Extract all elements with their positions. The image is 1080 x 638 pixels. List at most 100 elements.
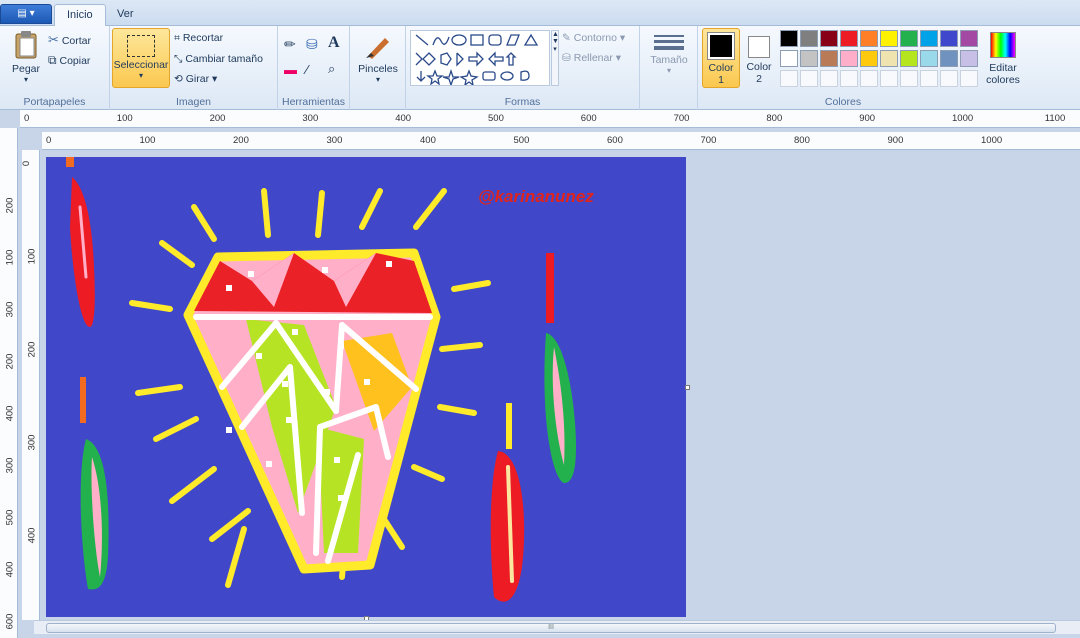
palette-swatch[interactable]: [800, 50, 818, 67]
palette-swatch[interactable]: [840, 50, 858, 67]
rotate-button[interactable]: ⟲ Girar ▾: [174, 73, 217, 85]
ruler-label: 700: [673, 113, 690, 124]
text-tool-icon[interactable]: A: [328, 34, 340, 52]
resize-handle-right[interactable]: [685, 385, 690, 390]
group-image: Seleccionar ▾ ⌗ Recortar ⤡ Cambiar tamañ…: [110, 26, 278, 110]
palette-swatch[interactable]: [900, 30, 918, 47]
edit-colors-button[interactable]: Editar colores: [982, 32, 1024, 86]
palette-swatch[interactable]: [780, 50, 798, 67]
copy-label: Copiar: [59, 55, 91, 67]
ruler-label: 300: [4, 457, 16, 474]
cut-button[interactable]: ✂ Cortar: [48, 32, 91, 48]
pencil-icon[interactable]: ✏: [284, 36, 296, 53]
ruler-label: 800: [794, 135, 810, 146]
ruler-label: 800: [766, 113, 783, 124]
group-colors: Color 1 Color 2 Editar colores Colores: [698, 26, 1028, 110]
outline-icon: ✎: [562, 32, 571, 44]
color-picker-icon[interactable]: ⁄: [306, 62, 308, 77]
palette-swatch[interactable]: [920, 50, 938, 67]
palette-swatch-empty[interactable]: [960, 70, 978, 87]
paste-label: Pegar: [11, 63, 41, 75]
crop-button[interactable]: ⌗ Recortar: [174, 32, 223, 45]
palette-swatch[interactable]: [960, 30, 978, 47]
palette-swatch-empty[interactable]: [900, 70, 918, 87]
eraser-icon[interactable]: ▬: [284, 62, 297, 77]
ruler-label: 0: [24, 113, 30, 124]
ruler-label: 300: [302, 113, 319, 124]
palette-swatch[interactable]: [940, 30, 958, 47]
fill-bucket-icon[interactable]: ⛁: [306, 36, 318, 53]
palette-swatch-empty[interactable]: [940, 70, 958, 87]
palette-swatch[interactable]: [860, 30, 878, 47]
drawing-canvas[interactable]: @karinanunez: [46, 157, 686, 617]
ruler-label: 300: [4, 301, 16, 318]
scrollbar-thumb[interactable]: III: [46, 623, 1056, 633]
selection-icon: [127, 35, 155, 57]
ruler-label: 100: [4, 249, 16, 266]
palette-swatch[interactable]: [840, 30, 858, 47]
ruler-label: 100: [116, 113, 133, 124]
palette-swatch[interactable]: [800, 30, 818, 47]
size-button[interactable]: Tamaño ▾: [648, 32, 690, 75]
chevron-down-icon: ▾: [666, 66, 671, 75]
copy-button[interactable]: ⧉ Copiar: [48, 53, 90, 68]
palette-swatch-empty[interactable]: [920, 70, 938, 87]
color2-button[interactable]: Color 2: [742, 28, 776, 85]
ruler-label: 500: [513, 135, 530, 146]
ruler-label: 100: [139, 135, 156, 146]
palette-swatch-empty[interactable]: [880, 70, 898, 87]
tab-inicio[interactable]: Inicio: [54, 4, 106, 26]
color1-button[interactable]: Color 1: [702, 28, 740, 88]
ruler-label: 900: [887, 135, 904, 146]
shapes-scroll[interactable]: ▲ ▼ ▾: [551, 30, 559, 86]
app-menu-button[interactable]: ▤ ▾: [0, 4, 52, 24]
select-button[interactable]: Seleccionar ▾: [112, 28, 170, 88]
group-label-clipboard: Portapapeles: [23, 96, 86, 108]
palette-swatch[interactable]: [900, 50, 918, 67]
size-label: Tamaño: [650, 54, 688, 66]
fill-button[interactable]: ⛁ Rellenar ▾: [562, 52, 621, 64]
palette-swatch[interactable]: [880, 30, 898, 47]
copy-icon: ⧉: [48, 53, 57, 67]
palette-swatch-empty[interactable]: [780, 70, 798, 87]
palette-swatch-empty[interactable]: [860, 70, 878, 87]
outline-label: Contorno: [573, 32, 617, 44]
ruler-label: 300: [326, 135, 343, 146]
palette-swatch[interactable]: [820, 50, 838, 67]
color1-number: 1: [718, 74, 724, 86]
palette-swatch[interactable]: [880, 50, 898, 67]
ruler-label: 600: [4, 613, 16, 630]
canvas-area[interactable]: 0 100 200 300 400 500 600 700 800 900 1000 1100 200…: [0, 110, 1080, 638]
edit-colors-label-2: colores: [986, 74, 1020, 86]
brushes-label: Pinceles: [358, 63, 398, 75]
palette-swatch[interactable]: [920, 30, 938, 47]
ruler-vertical-left: 200 100 300 200 400 300 500 400 600: [0, 128, 18, 638]
palette-swatch[interactable]: [780, 30, 798, 47]
palette-swatch-empty[interactable]: [800, 70, 818, 87]
palette-swatch[interactable]: [820, 30, 838, 47]
brushes-button[interactable]: Pinceles ▾: [354, 32, 402, 84]
palette-swatch-empty[interactable]: [820, 70, 838, 87]
ruler-label: 0: [46, 135, 52, 146]
palette-swatch-empty[interactable]: [840, 70, 858, 87]
color-spectrum-icon: [990, 32, 1016, 58]
resize-label: Cambiar tamaño: [185, 53, 263, 65]
ruler-vertical: 0 100 200 300 400: [21, 150, 40, 620]
paste-button[interactable]: Pegar ▾: [6, 30, 46, 84]
drawing-artwork: [66, 157, 576, 602]
horizontal-scrollbar[interactable]: III: [34, 620, 1080, 634]
ruler-label: 400: [4, 405, 16, 422]
outline-button[interactable]: ✎ Contorno ▾: [562, 32, 625, 44]
shapes-gallery[interactable]: [410, 30, 550, 88]
ruler-label: 1100: [1044, 113, 1066, 124]
magnifier-icon[interactable]: ⌕: [328, 61, 335, 77]
ribbon: Pegar ▾ ✂ Cortar ⧉ Copiar Portapapeles S…: [0, 26, 1080, 110]
color2-label: Color: [746, 61, 772, 73]
palette-swatch[interactable]: [860, 50, 878, 67]
tab-ver[interactable]: Ver: [105, 4, 146, 26]
group-label-colors: Colores: [824, 96, 862, 108]
palette-swatch[interactable]: [960, 50, 978, 67]
palette-swatch[interactable]: [940, 50, 958, 67]
resize-button[interactable]: ⤡ Cambiar tamaño: [174, 53, 263, 66]
line-width-icon: [654, 35, 684, 50]
